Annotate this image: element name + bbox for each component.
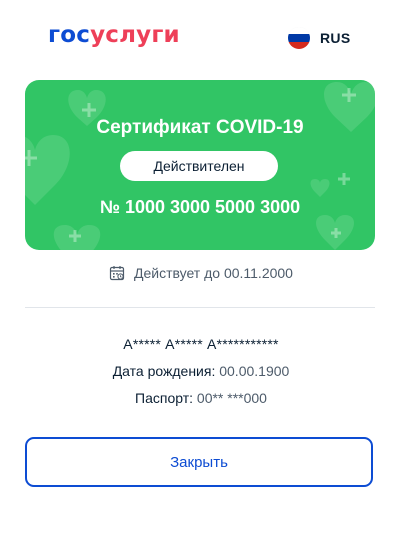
validity-text: Действует до 00.11.2000 — [134, 265, 293, 281]
gosuslugi-logo[interactable]: госуслуги — [48, 22, 180, 48]
passport-label: Паспорт: — [135, 390, 194, 406]
certificate-title: Сертификат COVID-19 — [96, 117, 304, 138]
language-label: RUS — [320, 30, 351, 46]
flag-stripe-white — [288, 27, 310, 35]
logo-part-gos: гос — [48, 22, 91, 48]
passport-value: 00** ***000 — [196, 390, 267, 406]
status-badge: Действителен — [120, 151, 278, 181]
heart-decoration — [25, 135, 70, 205]
flag-stripe-red — [288, 41, 310, 49]
certificate-number: № 1000 3000 5000 3000 — [99, 197, 301, 217]
birth-date-value: 00.00.1900 — [219, 363, 290, 379]
cross-decoration — [338, 173, 350, 185]
flag-stripe-blue — [288, 34, 310, 42]
birth-date-label: Дата рождения: — [112, 363, 216, 379]
passport-row: Паспорт: 00** ***000 — [0, 390, 402, 406]
divider — [25, 307, 375, 308]
validity-row: Действует до 00.11.2000 — [0, 262, 402, 284]
russia-flag-icon — [288, 27, 310, 49]
heart-decoration — [310, 179, 330, 197]
logo-part-uslugi: услуги — [90, 22, 180, 48]
language-switcher[interactable]: RUS — [288, 26, 350, 50]
person-name: А***** А***** А*********** — [123, 336, 279, 352]
calendar-icon — [109, 266, 125, 281]
close-button[interactable]: Закрыть — [25, 437, 373, 487]
certificate-card: Сертификат COVID-19 Действителен № 1000 … — [25, 80, 375, 250]
birth-date-row: Дата рождения: 00.00.1900 — [0, 363, 402, 379]
header: госуслуги RUS — [0, 0, 402, 70]
